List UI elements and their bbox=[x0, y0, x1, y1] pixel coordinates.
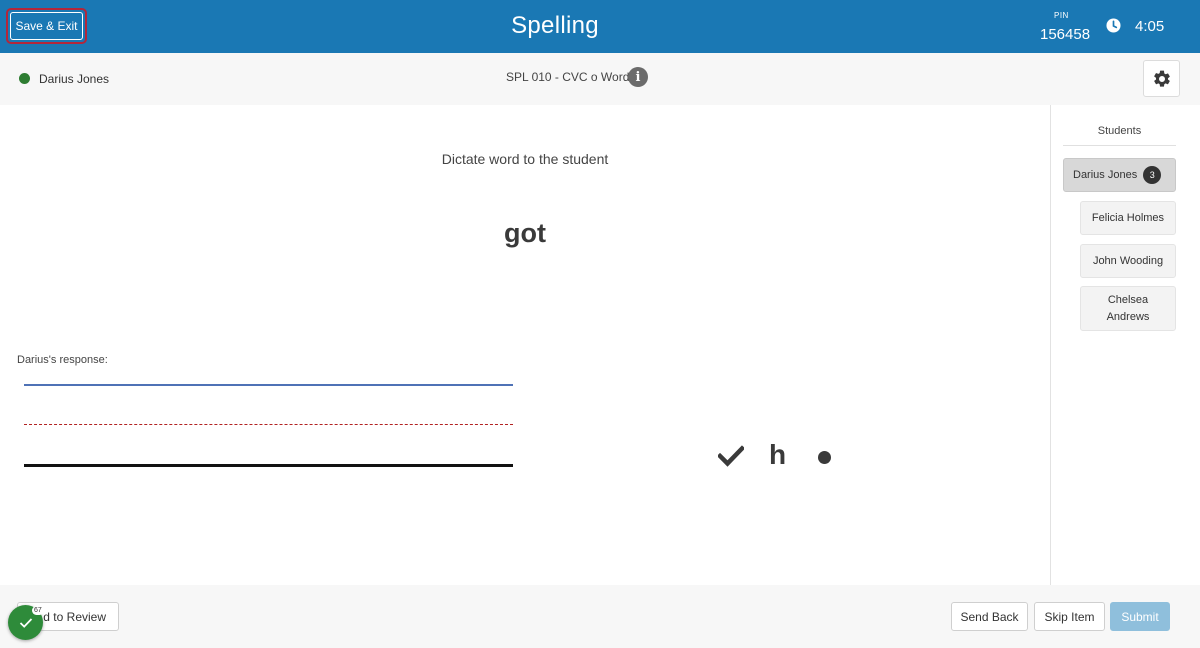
clock-icon bbox=[1106, 18, 1121, 33]
progress-count: 67 bbox=[32, 606, 44, 615]
info-icon[interactable]: i bbox=[628, 67, 648, 87]
writing-base-line bbox=[24, 464, 513, 467]
instruction-text: Dictate word to the student bbox=[441, 151, 609, 167]
settings-button[interactable] bbox=[1143, 60, 1180, 97]
submit-button[interactable]: Submit bbox=[1110, 602, 1170, 631]
writing-mid-line bbox=[24, 424, 513, 425]
check-icon bbox=[19, 617, 32, 628]
student-status-dot bbox=[19, 73, 30, 84]
letter-mark[interactable]: h bbox=[769, 440, 786, 470]
pin-label: PIN bbox=[1054, 11, 1069, 20]
app-title: Spelling bbox=[511, 12, 599, 39]
item-title: SPL 010 - CVC o Words bbox=[506, 70, 636, 84]
student-name-label: Darius Jones bbox=[1073, 168, 1138, 181]
current-student-name: Darius Jones bbox=[39, 72, 110, 86]
student-darius-jones[interactable]: Darius Jones 3 bbox=[1063, 158, 1176, 192]
timer: 4:05 bbox=[1135, 18, 1165, 35]
gear-icon bbox=[1153, 70, 1170, 87]
top-bar: Save & Exit Spelling PIN 156458 4:05 bbox=[0, 0, 1200, 53]
check-icon[interactable] bbox=[718, 445, 744, 467]
sidebar-divider bbox=[1063, 145, 1176, 146]
student-john-wooding[interactable]: John Wooding bbox=[1080, 244, 1176, 278]
target-word: got bbox=[504, 218, 546, 248]
response-label: Darius's response: bbox=[17, 354, 108, 366]
students-sidebar-title: Students bbox=[1097, 125, 1142, 137]
student-count-badge: 3 bbox=[1143, 166, 1162, 184]
student-name-label: Chelsea Andrews bbox=[1106, 293, 1150, 323]
pin-value: 156458 bbox=[1040, 26, 1091, 43]
student-felicia-holmes[interactable]: Felicia Holmes bbox=[1080, 201, 1176, 235]
skip-item-button[interactable]: Skip Item bbox=[1034, 602, 1105, 631]
send-back-button[interactable]: Send Back bbox=[951, 602, 1028, 631]
student-name-label: John Wooding bbox=[1092, 254, 1164, 267]
response-mark-tools: h bbox=[718, 440, 838, 474]
student-name-label: Felicia Holmes bbox=[1091, 211, 1165, 224]
info-glyph: i bbox=[635, 69, 641, 85]
writing-top-line bbox=[24, 384, 513, 386]
student-chelsea-andrews[interactable]: Chelsea Andrews bbox=[1080, 286, 1176, 331]
dot-icon[interactable] bbox=[818, 451, 831, 464]
